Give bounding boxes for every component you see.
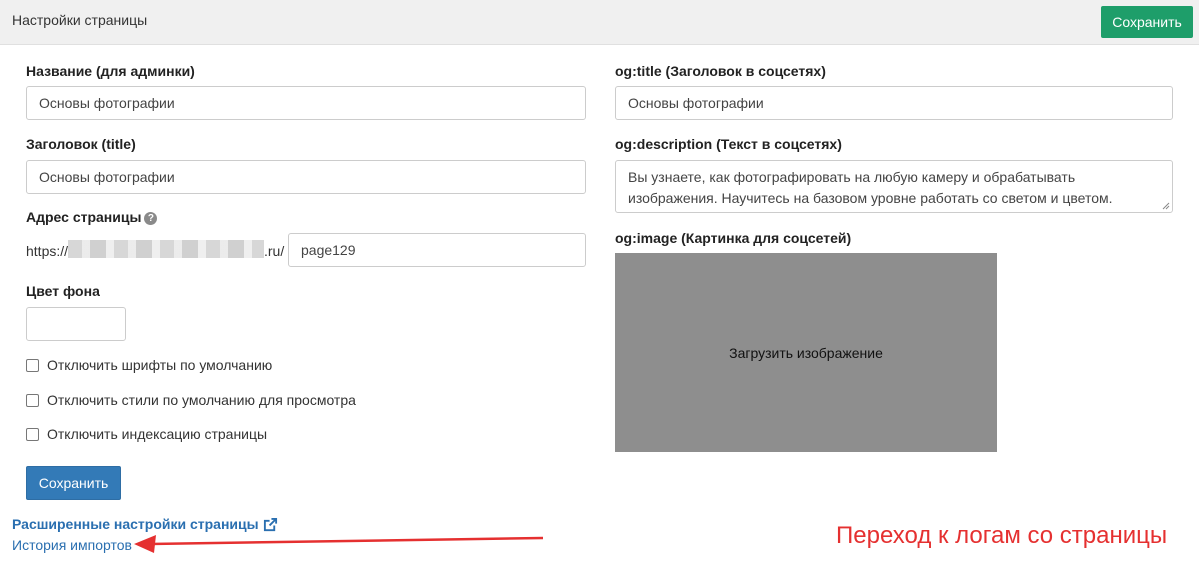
checkbox-row-indexing[interactable]: Отключить индексацию страницы bbox=[26, 426, 267, 442]
title-input[interactable]: Основы фотографии bbox=[26, 160, 586, 194]
name-label: Название (для админки) bbox=[26, 63, 195, 79]
og-description-label: og:description (Текст в соцсетях) bbox=[615, 136, 842, 152]
bg-color-input[interactable] bbox=[26, 307, 126, 341]
import-history-link[interactable]: История импортов bbox=[12, 537, 132, 553]
page-title: Настройки страницы bbox=[12, 12, 148, 28]
advanced-settings-label: Расширенные настройки страницы bbox=[12, 516, 259, 532]
page-header: Настройки страницы Сохранить bbox=[0, 0, 1199, 45]
checkbox-label: Отключить индексацию страницы bbox=[47, 426, 268, 442]
checkbox-disable-indexing[interactable] bbox=[26, 427, 39, 441]
annotation-text: Переход к логам со страницы bbox=[836, 522, 1168, 549]
header-save-button[interactable]: Сохранить bbox=[1101, 6, 1193, 38]
save-button[interactable]: Сохранить bbox=[26, 466, 121, 500]
title-label: Заголовок (title) bbox=[26, 136, 136, 152]
og-title-input[interactable]: Основы фотографии bbox=[615, 86, 1173, 120]
checkbox-row-fonts[interactable]: Отключить шрифты по умолчанию bbox=[26, 357, 272, 373]
og-title-label: og:title (Заголовок в соцсетях) bbox=[615, 63, 826, 79]
name-input[interactable]: Основы фотографии bbox=[26, 86, 586, 120]
og-description-text: Вы узнаете, как фотографировать на любую… bbox=[628, 169, 1113, 206]
resize-handle-icon[interactable] bbox=[1162, 202, 1170, 210]
url-prefix: https:// bbox=[26, 243, 69, 259]
address-label: Адрес страницы? bbox=[26, 209, 158, 225]
question-circle-icon[interactable]: ? bbox=[144, 212, 158, 225]
external-link-icon bbox=[263, 517, 278, 532]
upload-image-label: Загрузить изображение bbox=[729, 344, 883, 361]
bg-color-label: Цвет фона bbox=[26, 283, 100, 299]
checkbox-row-styles[interactable]: Отключить стили по умолчанию для просмот… bbox=[26, 392, 356, 408]
annotation-arrow-icon bbox=[134, 535, 544, 553]
checkbox-disable-styles[interactable] bbox=[26, 393, 39, 407]
checkbox-disable-fonts[interactable] bbox=[26, 358, 39, 372]
og-image-upload[interactable]: Загрузить изображение bbox=[615, 253, 997, 452]
og-image-label: og:image (Картинка для соцсетей) bbox=[615, 230, 852, 246]
url-domain-redacted bbox=[68, 240, 264, 258]
address-label-text: Адрес страницы bbox=[26, 209, 142, 225]
advanced-settings-link[interactable]: Расширенные настройки страницы bbox=[12, 516, 278, 532]
slug-input[interactable]: page129 bbox=[288, 233, 586, 267]
url-suffix: .ru/ bbox=[264, 243, 285, 259]
checkbox-label: Отключить шрифты по умолчанию bbox=[47, 357, 273, 373]
og-description-textarea[interactable]: Вы узнаете, как фотографировать на любую… bbox=[615, 160, 1173, 213]
checkbox-label: Отключить стили по умолчанию для просмот… bbox=[47, 392, 356, 408]
